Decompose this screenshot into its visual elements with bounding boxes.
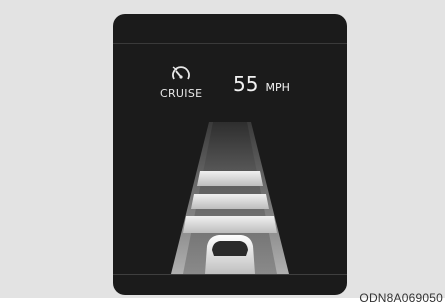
bottom-divider <box>113 274 347 275</box>
cruise-control-icon <box>170 65 192 85</box>
distance-bar-mid <box>191 194 269 209</box>
own-vehicle-icon <box>205 235 255 274</box>
cruise-label: CRUISE <box>160 87 203 100</box>
distance-bar-far <box>197 171 263 186</box>
figure-code: ODN8A069050 <box>359 291 443 305</box>
set-speed-value: 55 <box>233 72 259 96</box>
road-graphic <box>171 122 289 274</box>
cluster-display: CRUISE 55 MPH <box>113 14 347 295</box>
speed-unit: MPH <box>265 81 290 94</box>
distance-bar-near <box>183 216 277 233</box>
set-speed-readout: 55 MPH <box>233 72 290 96</box>
